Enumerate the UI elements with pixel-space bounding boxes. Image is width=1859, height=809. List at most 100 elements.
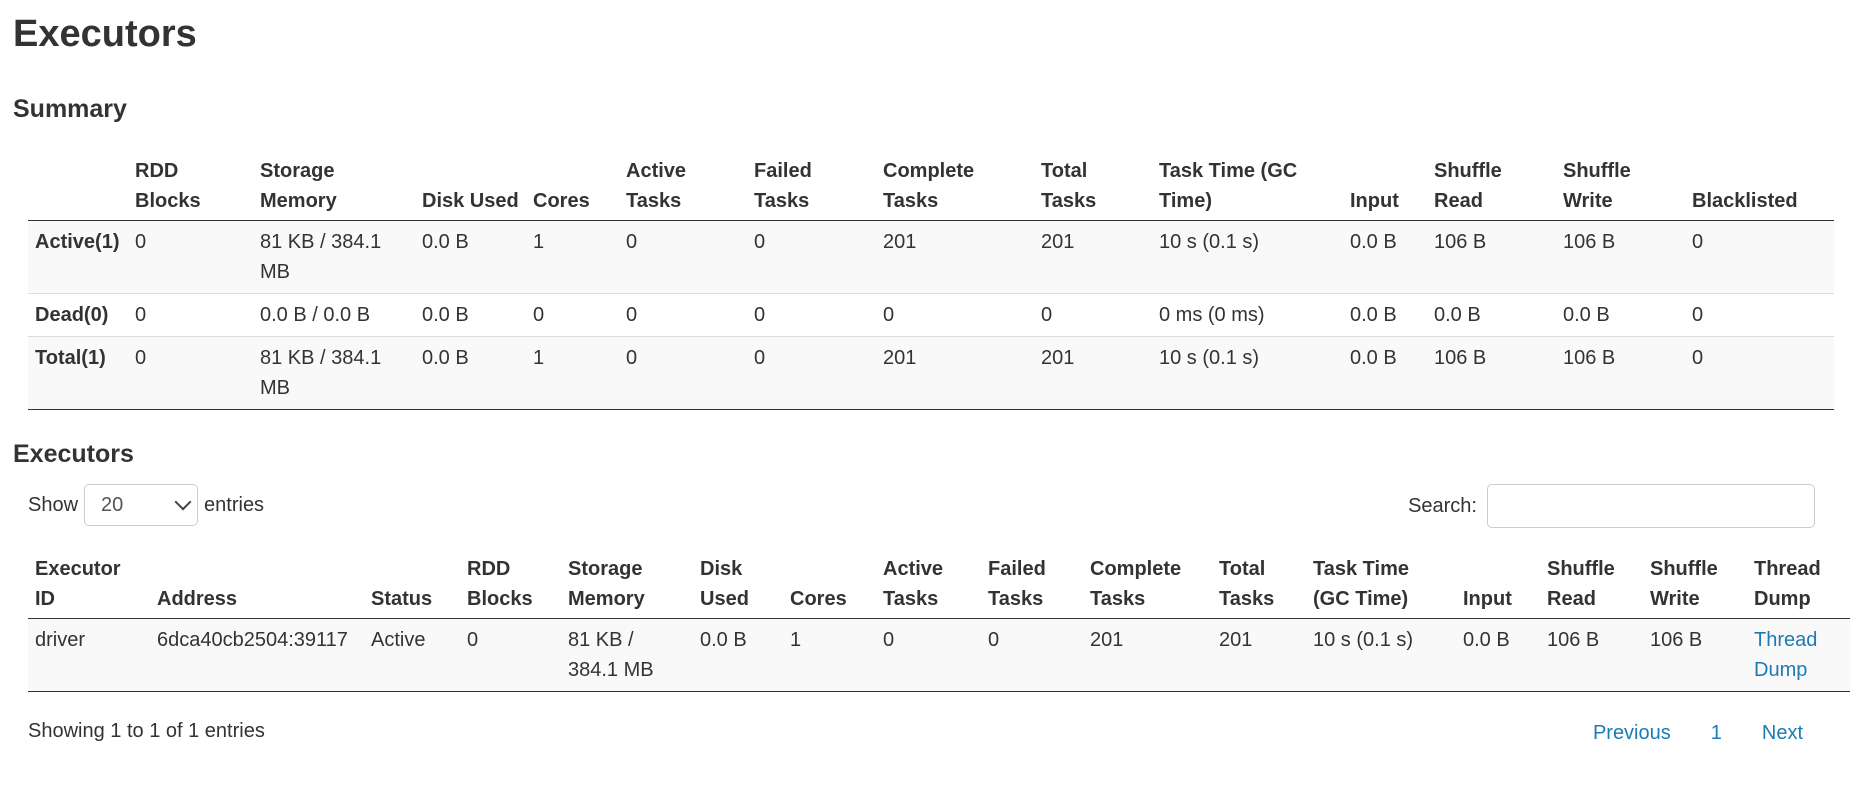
summary-cell-storage-memory: 0.0 B / 0.0 B <box>260 304 371 326</box>
summary-cell-total-tasks: 201 <box>1041 231 1075 253</box>
table-row: driver 6dca40cb2504:39117 Active 0 81 KB / 3… <box>28 618 1850 692</box>
summary-cell-active-tasks: 0 <box>626 347 638 369</box>
executors-col-rdd-blocks[interactable]: RDD Blocks <box>460 548 561 619</box>
summary-cell-shuffle-write: 106 B <box>1563 231 1616 253</box>
summary-cell-complete-tasks: 201 <box>883 347 917 369</box>
summary-cell-shuffle-write: 0.0 B <box>1563 304 1610 326</box>
executor-cell-cores: 1 <box>790 629 802 651</box>
page-size-select[interactable]: 20 <box>84 484 199 526</box>
summary-cell-task-time-gc-time: 0 ms (0 ms) <box>1159 304 1265 326</box>
summary-col-input: Input <box>1350 190 1399 212</box>
summary-cell-cores: 0 <box>533 304 545 326</box>
summary-cell-shuffle-read: 106 B <box>1434 347 1487 369</box>
executor-cell-executor-id: driver <box>35 629 86 651</box>
executors-table: Executor ID Address Status RDD Blocks Storag… <box>28 548 1850 692</box>
executor-cell-active-tasks: 0 <box>883 629 895 651</box>
executors-col-storage-memory[interactable]: Storage Memory <box>561 548 693 619</box>
summary-col-cores: Cores <box>533 190 590 212</box>
table-info: Showing 1 to 1 of 1 entries <box>28 720 265 742</box>
summary-cell-input: 0.0 B <box>1350 347 1397 369</box>
summary-title: Summary <box>13 95 127 123</box>
show-label: Show <box>28 493 79 516</box>
summary-row: Total(1) 0 81 KB / 384.1 MB 0.0 B 1 0 0 201 201 1… <box>28 336 1834 410</box>
summary-cell-rdd-blocks: 0 <box>135 231 147 253</box>
executor-cell-input: 0.0 B <box>1463 629 1510 651</box>
summary-cell-shuffle-write: 106 B <box>1563 347 1616 369</box>
next-button[interactable]: Next <box>1742 722 1823 745</box>
summary-col-label <box>28 150 128 221</box>
summary-col-task-time-gc-time: Task Time (GC Time) <box>1159 160 1298 212</box>
executors-col-cores[interactable]: Cores <box>783 548 876 619</box>
page-size-value: 20 <box>101 493 124 516</box>
summary-cell-blacklisted: 0 <box>1692 231 1704 253</box>
summary-row: Active(1) 0 81 KB / 384.1 MB 0.0 B 1 0 0 201 201… <box>28 220 1834 294</box>
summary-row: Dead(0) 0 0.0 B / 0.0 B 0.0 B 0 0 0 0 0 0 ms (0 m… <box>28 293 1834 337</box>
summary-col-failed-tasks: Failed Tasks <box>754 160 812 212</box>
summary-col-blacklisted: Blacklisted <box>1692 190 1798 212</box>
summary-cell-total-tasks: 201 <box>1041 347 1075 369</box>
summary-cell-total-tasks: 0 <box>1041 304 1053 326</box>
executor-cell-disk-used: 0.0 B <box>700 629 747 651</box>
previous-button[interactable]: Previous <box>1573 722 1691 745</box>
executors-col-status[interactable]: Status <box>364 548 460 619</box>
executor-cell-shuffle-write: 106 B <box>1650 629 1703 651</box>
summary-cell-failed-tasks: 0 <box>754 231 766 253</box>
summary-cell-task-time-gc-time: 10 s (0.1 s) <box>1159 347 1260 369</box>
summary-cell-complete-tasks: 201 <box>883 231 917 253</box>
summary-cell-task-time-gc-time: 10 s (0.1 s) <box>1159 231 1260 253</box>
summary-cell-cores: 1 <box>533 231 545 253</box>
summary-cell-rdd-blocks: 0 <box>135 347 147 369</box>
summary-col-rdd-blocks: RDD Blocks <box>135 160 201 212</box>
summary-cell-input: 0.0 B <box>1350 304 1397 326</box>
entries-label: entries <box>204 493 265 516</box>
summary-cell-cores: 1 <box>533 347 545 369</box>
executor-cell-storage-memory: 81 KB / 384.1 MB <box>568 629 654 681</box>
summary-cell-shuffle-read: 0.0 B <box>1434 304 1481 326</box>
executors-col-task-time-gc-time[interactable]: Task Time (GC Time) <box>1306 548 1456 619</box>
page-title: Executors <box>13 13 197 55</box>
summary-col-disk-used: Disk Used <box>422 190 519 212</box>
summary-row-label: Active(1) <box>35 231 120 253</box>
summary-col-shuffle-read: Shuffle Read <box>1434 160 1502 212</box>
summary-cell-complete-tasks: 0 <box>883 304 895 326</box>
executors-col-disk-used[interactable]: Disk Used <box>693 548 783 619</box>
executor-cell-task-time-gc-time: 10 s (0.1 s) <box>1313 629 1414 651</box>
executor-cell-failed-tasks: 0 <box>988 629 1000 651</box>
executors-col-address[interactable]: Address <box>150 548 364 619</box>
executors-header-row: Executor ID Address Status RDD Blocks Storag… <box>28 548 1850 619</box>
executors-col-thread-dump[interactable]: Thread Dump <box>1747 548 1850 619</box>
search-control: Search: <box>1408 484 1815 528</box>
summary-cell-disk-used: 0.0 B <box>422 347 469 369</box>
executor-cell-total-tasks: 201 <box>1219 629 1253 651</box>
summary-cell-active-tasks: 0 <box>626 304 638 326</box>
executors-col-shuffle-write[interactable]: Shuffle Write <box>1643 548 1747 619</box>
executors-col-total-tasks[interactable]: Total Tasks <box>1212 548 1306 619</box>
executors-col-complete-tasks[interactable]: Complete Tasks <box>1083 548 1212 619</box>
executors-col-executor-id[interactable]: Executor ID <box>28 548 150 619</box>
thread-dump-link[interactable]: Thread Dump <box>1754 629 1817 681</box>
summary-cell-rdd-blocks: 0 <box>135 304 147 326</box>
executors-col-active-tasks[interactable]: Active Tasks <box>876 548 981 619</box>
executor-cell-rdd-blocks: 0 <box>467 629 479 651</box>
executors-col-shuffle-read[interactable]: Shuffle Read <box>1540 548 1643 619</box>
executors-col-input[interactable]: Input <box>1456 548 1540 619</box>
executor-cell-address: 6dca40cb2504:39117 <box>157 629 348 651</box>
summary-cell-blacklisted: 0 <box>1692 347 1704 369</box>
executor-cell-shuffle-read: 106 B <box>1547 629 1600 651</box>
page-1-button[interactable]: 1 <box>1691 722 1742 745</box>
summary-col-shuffle-write: Shuffle Write <box>1563 160 1631 212</box>
search-label: Search: <box>1408 494 1477 517</box>
summary-cell-disk-used: 0.0 B <box>422 304 469 326</box>
executor-cell-thread-dump: Thread Dump <box>1747 619 1850 692</box>
executors-col-failed-tasks[interactable]: Failed Tasks <box>981 548 1083 619</box>
search-input[interactable] <box>1487 484 1815 528</box>
summary-cell-storage-memory: 81 KB / 384.1 MB <box>260 231 382 283</box>
summary-cell-input: 0.0 B <box>1350 231 1397 253</box>
summary-cell-storage-memory: 81 KB / 384.1 MB <box>260 347 382 399</box>
summary-cell-failed-tasks: 0 <box>754 304 766 326</box>
summary-col-storage-memory: Storage Memory <box>260 160 337 212</box>
summary-row-label: Total(1) <box>35 347 106 369</box>
summary-col-total-tasks: Total Tasks <box>1041 160 1097 212</box>
summary-cell-failed-tasks: 0 <box>754 347 766 369</box>
chevron-down-icon <box>174 493 192 511</box>
